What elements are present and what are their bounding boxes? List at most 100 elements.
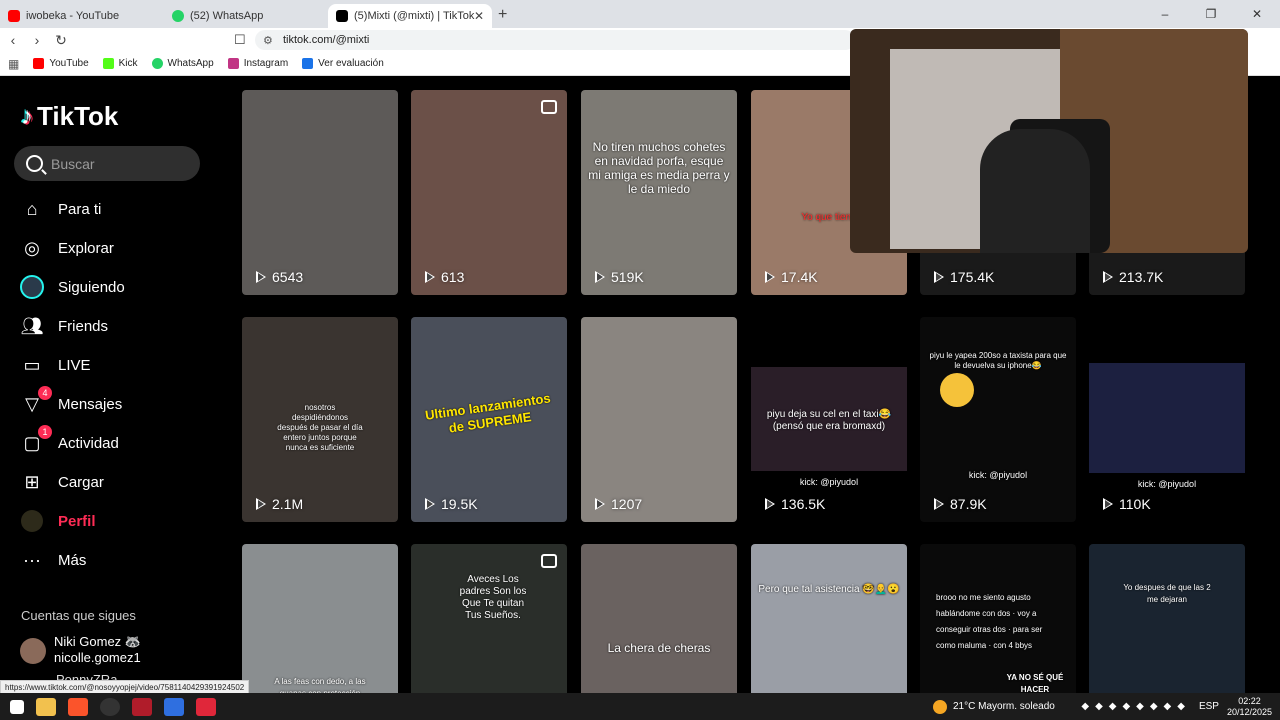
nav-perfil[interactable]: Perfil xyxy=(20,506,96,536)
nav-siguiendo[interactable]: Siguiendo xyxy=(20,272,125,302)
search-input[interactable] xyxy=(51,155,191,172)
nav-label: Mensajes xyxy=(58,395,123,413)
weather-text: 21°C Mayorm. soleado xyxy=(953,701,1055,712)
voicemeeter-icon[interactable] xyxy=(132,697,152,716)
video-thumbnail[interactable]: A las feas con dedo, a las guapas con pr… xyxy=(242,544,398,693)
avatar xyxy=(20,638,46,664)
nav-live[interactable]: ▭ LIVE xyxy=(20,350,91,380)
home-icon: ⌂ xyxy=(26,198,38,219)
youtube-favicon-icon xyxy=(8,10,20,22)
nav-explorar[interactable]: ◎ Explorar xyxy=(20,233,114,263)
video-thumbnail[interactable]: nosotros despidiéndonos después de pasar… xyxy=(242,317,398,522)
tab-whatsapp[interactable]: (52) WhatsApp xyxy=(164,4,328,28)
nav-actividad[interactable]: ▢ 1 Actividad xyxy=(20,425,119,458)
nav-label: Actividad xyxy=(58,434,119,452)
play-icon xyxy=(765,498,775,510)
followed-account-item[interactable]: Niki Gomez 🦝 nicolle.gomez1 xyxy=(20,634,141,666)
play-icon xyxy=(595,271,605,283)
send-icon: ▽ 4 xyxy=(20,386,52,416)
nav-label: Cargar xyxy=(58,473,104,491)
maximize-button[interactable]: ❐ xyxy=(1188,0,1234,28)
windows-start-icon[interactable] xyxy=(10,699,24,714)
nav-para-ti[interactable]: ⌂ Para ti xyxy=(20,194,102,224)
tab-title: iwobeka - YouTube xyxy=(26,10,120,22)
minimize-button[interactable]: – xyxy=(1142,0,1188,28)
video-thumbnail[interactable]: 613 xyxy=(411,90,567,295)
tab-close-icon[interactable]: ✕ xyxy=(474,9,484,23)
forward-button[interactable]: › xyxy=(26,32,48,48)
back-button[interactable]: ‹ xyxy=(2,32,24,48)
video-caption: nosotros despidiéndonos después de pasar… xyxy=(277,403,363,452)
site-info-icon[interactable]: ⚙ xyxy=(263,34,273,47)
bookmark-youtube[interactable]: YouTube xyxy=(33,58,89,69)
play-icon xyxy=(256,498,266,510)
brave-browser-icon[interactable] xyxy=(68,697,88,716)
close-window-button[interactable]: ✕ xyxy=(1234,0,1280,28)
url-text: tiktok.com/@mixti xyxy=(283,34,370,46)
video-thumbnail[interactable]: brooo no me siento agusto hablándome con… xyxy=(920,544,1076,693)
nav-cargar[interactable]: ⊞ Cargar xyxy=(20,467,104,497)
video-subcaption: YA NO SÉ QUÉ HACER xyxy=(1006,673,1064,693)
language-indicator[interactable]: ESP xyxy=(1199,701,1219,712)
play-icon xyxy=(425,271,435,283)
video-caption: No tiren muchos cohetes en navidad porfa… xyxy=(588,140,730,196)
weather-widget[interactable]: 21°C Mayorm. soleado xyxy=(933,693,1055,720)
reload-button[interactable]: ↻ xyxy=(50,32,72,49)
webcam-overlay xyxy=(850,29,1248,253)
bookmark-whatsapp[interactable]: WhatsApp xyxy=(151,58,214,69)
video-thumbnail[interactable]: piyu deja su cel en el taxi😂 (pensó que … xyxy=(751,317,907,522)
video-caption: Ultimo lanzamientos de SUPREME xyxy=(424,390,552,436)
video-caption: Aveces Los padres Son los Que Te quitan … xyxy=(459,574,527,621)
video-thumbnail[interactable]: Aveces Los padres Son los Que Te quitan … xyxy=(411,544,567,693)
friends-icon: 👥︎ xyxy=(20,315,44,336)
video-thumbnail[interactable]: La chera de cheras xyxy=(581,544,737,693)
following-avatar-icon xyxy=(20,275,44,299)
video-thumbnail[interactable]: piyu le yapea 200so a taxista para que l… xyxy=(920,317,1076,522)
nav-label: Perfil xyxy=(58,512,96,530)
messages-badge: 4 xyxy=(38,386,52,400)
nav-label: LIVE xyxy=(58,356,91,374)
video-thumbnail[interactable]: Pero que tal asistencia 🤓👨‍🦲😮 xyxy=(751,544,907,693)
view-count: 110K xyxy=(1103,496,1151,512)
video-caption: brooo no me siento agusto hablándome con… xyxy=(936,593,1043,650)
video-thumbnail[interactable]: Ultimo lanzamientos de SUPREME 19.5K xyxy=(411,317,567,522)
video-thumbnail[interactable]: 1207 xyxy=(581,317,737,522)
webcam-person xyxy=(980,129,1090,253)
video-thumbnail[interactable]: kick: @piyudol 110K xyxy=(1089,317,1245,522)
app-icon[interactable] xyxy=(196,697,216,716)
search-icon xyxy=(26,155,43,172)
app-icon[interactable] xyxy=(164,697,184,716)
emoji-face-icon xyxy=(940,373,974,407)
video-thumbnail[interactable]: 6543 xyxy=(242,90,398,295)
youtube-icon xyxy=(33,58,45,69)
nav-mensajes[interactable]: ▽ 4 Mensajes xyxy=(20,386,123,419)
bookmark-icon[interactable]: ☐ xyxy=(234,32,246,48)
video-subcaption: kick: @piyudol xyxy=(968,470,1028,480)
video-frame xyxy=(1089,363,1245,473)
tab-title: (5)Mixti (@mixti) | TikTok xyxy=(354,10,475,22)
apps-grid-icon[interactable]: ▦ xyxy=(8,57,19,71)
clock[interactable]: 02:22 20/12/2025 xyxy=(1227,696,1272,718)
tray-icons[interactable]: ◆◆◆◆◆◆◆◆ xyxy=(1081,701,1191,712)
new-tab-button[interactable]: + xyxy=(498,6,507,24)
tab-youtube[interactable]: iwobeka - YouTube xyxy=(0,4,164,28)
bookmark-instagram[interactable]: Instagram xyxy=(227,58,288,69)
upload-icon: ⊞ xyxy=(24,471,40,492)
obs-icon[interactable] xyxy=(100,697,120,716)
video-thumbnail[interactable]: No tiren muchos cohetes en navidad porfa… xyxy=(581,90,737,295)
search-box[interactable] xyxy=(14,146,200,181)
live-tv-icon: ▭ xyxy=(23,354,41,375)
tab-tiktok[interactable]: (5)Mixti (@mixti) | TikTok ✕ xyxy=(328,4,492,28)
url-field[interactable]: ⚙ tiktok.com/@mixti xyxy=(255,30,855,50)
video-caption: Yo despues de que las 2 me dejaran xyxy=(1123,583,1211,604)
account-name: Niki Gomez 🦝 xyxy=(54,634,141,649)
tiktok-logo[interactable]: ♪ TikTok xyxy=(21,101,118,132)
bookmark-ver-evaluacion[interactable]: Ver evaluación xyxy=(302,58,384,69)
bookmark-kick[interactable]: Kick xyxy=(102,58,138,69)
file-explorer-icon[interactable] xyxy=(36,697,56,716)
nav-mas[interactable]: ··· Más xyxy=(20,545,86,575)
view-count: 519K xyxy=(595,269,644,285)
video-thumbnail[interactable]: Yo despues de que las 2 me dejaran xyxy=(1089,544,1245,693)
play-icon xyxy=(595,498,605,510)
nav-friends[interactable]: 👥︎ Friends xyxy=(20,311,108,341)
